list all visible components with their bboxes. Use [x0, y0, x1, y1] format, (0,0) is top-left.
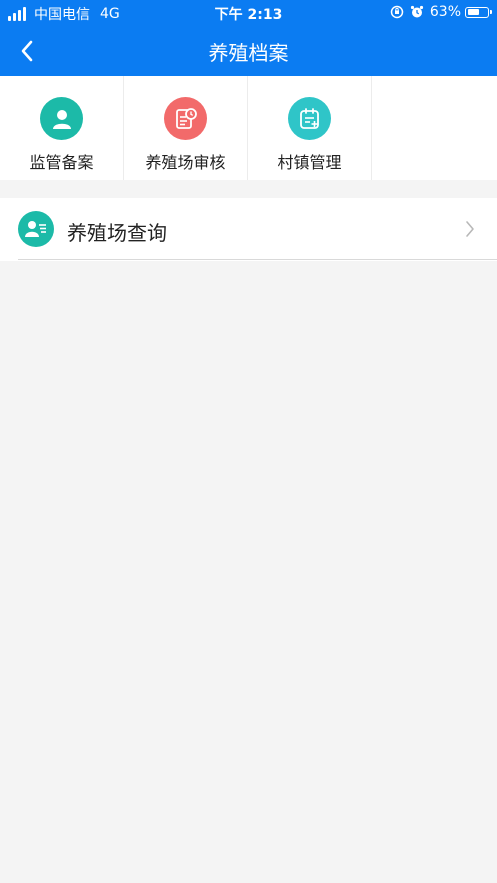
document-clock-icon — [175, 107, 197, 129]
battery-percent: 63% — [429, 4, 461, 20]
header: 中国电信 4G 下午 2:13 63% 养殖档案 — [0, 0, 497, 76]
status-bar: 中国电信 4G 下午 2:13 63% — [0, 0, 497, 26]
list-divider — [18, 259, 497, 260]
grid-icon-circle — [164, 97, 207, 140]
battery-icon — [465, 6, 492, 18]
function-grid: 监管备案 养殖场审核 村镇管理 — [0, 76, 497, 180]
person-icon — [52, 109, 71, 129]
chevron-right-icon — [466, 221, 474, 237]
list-item-farm-query[interactable]: 养殖场查询 — [0, 198, 497, 260]
status-right: 63% — [390, 4, 492, 20]
page-title: 养殖档案 — [208, 41, 289, 65]
grid-item-village-management[interactable]: 村镇管理 — [248, 76, 372, 180]
grid-empty-cell — [372, 76, 497, 180]
grid-icon-circle — [40, 97, 83, 140]
grid-item-farm-review[interactable]: 养殖场审核 — [124, 76, 248, 180]
calendar-edit-icon — [299, 107, 319, 129]
grid-icon-circle — [288, 97, 331, 140]
alarm-clock-icon — [410, 5, 423, 18]
list-item-label: 养殖场查询 — [67, 221, 167, 245]
user-card-icon — [18, 211, 54, 247]
orientation-lock-icon — [390, 5, 404, 19]
grid-item-label: 养殖场审核 — [145, 153, 226, 172]
nav-bar: 养殖档案 — [0, 26, 497, 76]
menu-list: 养殖场查询 — [0, 198, 497, 261]
battery-fill — [467, 9, 479, 15]
grid-item-label: 监管备案 — [29, 153, 94, 172]
grid-item-supervision-filing[interactable]: 监管备案 — [0, 76, 124, 180]
grid-item-label: 村镇管理 — [277, 153, 342, 172]
